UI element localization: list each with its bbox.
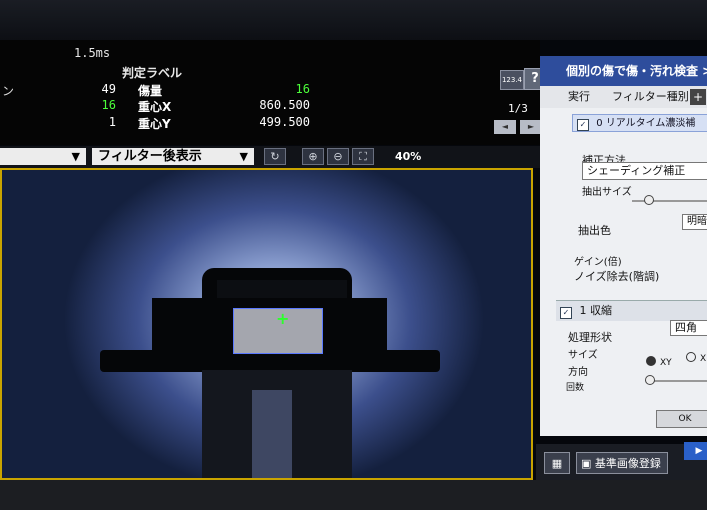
panel-title: 個別の傷で傷・汚れ検査 > 個 bbox=[540, 56, 707, 86]
shaft-highlight bbox=[252, 390, 292, 478]
row-label: 傷量 bbox=[138, 84, 163, 98]
count-slider[interactable] bbox=[648, 380, 707, 382]
checkbox-icon[interactable]: ✓ bbox=[560, 307, 572, 319]
radio-icon[interactable] bbox=[686, 352, 696, 362]
part-collar bbox=[217, 280, 347, 300]
row-count: 49 bbox=[101, 82, 116, 96]
row-value: 16 bbox=[295, 82, 310, 96]
tab-filter-type[interactable]: フィルター種別 bbox=[612, 86, 689, 108]
tab-run[interactable]: 実行 bbox=[568, 86, 590, 108]
row-value: 499.500 bbox=[259, 115, 310, 129]
result-row: 1 重心Y 499.500 bbox=[0, 115, 540, 133]
checkbox-icon[interactable]: ✓ bbox=[577, 119, 589, 131]
bottom-bar: ▦ ▣ 基準画像登録 bbox=[536, 444, 707, 480]
processing-time: 1.5ms bbox=[74, 46, 111, 60]
results-panel: 1.5ms 判定ラベル ン 49 傷量 16 16 重心X 860.500 1 … bbox=[0, 40, 540, 145]
zoom-level: 40% bbox=[395, 150, 422, 163]
fit-screen-icon[interactable]: ⛶ bbox=[352, 148, 374, 165]
row-label: 重心Y bbox=[138, 117, 171, 131]
extract-size-label: 抽出サイズ bbox=[582, 187, 632, 198]
option-label: XY bbox=[660, 358, 672, 368]
judge-label-header: 判定ラベル bbox=[122, 66, 183, 80]
slider-knob[interactable] bbox=[644, 195, 654, 205]
filter-section-shrink[interactable]: ✓ 1 収縮 bbox=[556, 300, 707, 321]
chevron-down-icon: ▼ bbox=[239, 150, 248, 163]
direction-label: 方向 bbox=[568, 367, 588, 378]
zoom-out-icon[interactable]: ⊖ bbox=[327, 148, 349, 165]
shape-label: 処理形状 bbox=[568, 331, 612, 344]
grid-view-button[interactable]: ▦ bbox=[544, 452, 570, 474]
row-label: 重心X bbox=[138, 100, 172, 114]
monitor-bezel bbox=[0, 0, 707, 40]
row-count: 1 bbox=[108, 115, 116, 129]
add-filter-button[interactable]: + bbox=[690, 89, 706, 105]
direction-x-option[interactable]: X bbox=[686, 352, 706, 364]
register-label: 基準画像登録 bbox=[594, 457, 661, 470]
image-toolbar: ▼ フィルター後表示 ▼ ↻ ⊕ ⊖ ⛶ 40% bbox=[0, 146, 540, 168]
prev-page-button[interactable]: ◄ bbox=[494, 120, 516, 134]
direction-xy-option[interactable]: XY bbox=[646, 356, 672, 368]
row-mark: ン bbox=[2, 84, 15, 98]
radio-selected-icon[interactable] bbox=[646, 356, 656, 366]
row-value: 860.500 bbox=[259, 98, 310, 112]
crosshair-icon: + bbox=[276, 309, 290, 328]
zoom-in-icon[interactable]: ⊕ bbox=[302, 148, 324, 165]
extract-color-select[interactable]: 明暗 bbox=[682, 214, 707, 230]
count-label: 回数 bbox=[566, 383, 585, 393]
register-reference-button[interactable]: ▣ 基準画像登録 bbox=[576, 452, 668, 474]
monitor-screen: 1.5ms 判定ラベル ン 49 傷量 16 16 重心X 860.500 1 … bbox=[0, 0, 707, 510]
ok-button[interactable]: OK bbox=[656, 410, 707, 428]
shape-select[interactable]: 四角 bbox=[670, 320, 707, 336]
row-count: 16 bbox=[101, 98, 116, 112]
gain-label: ゲイン(倍) bbox=[574, 257, 622, 268]
extract-color-label: 抽出色 bbox=[578, 224, 611, 237]
panel-tabs: 実行 フィルター種別 + bbox=[540, 86, 707, 108]
numeric-display-button[interactable]: 123.4 bbox=[500, 70, 524, 90]
filter-section-label: 1 収縮 bbox=[579, 304, 613, 317]
settings-panel: 個別の傷で傷・汚れ検査 > 個 実行 フィルター種別 + ✓ 0 リアルタイム濃… bbox=[540, 56, 707, 436]
chevron-down-icon: ▼ bbox=[71, 150, 80, 163]
filter-section-realtime[interactable]: ✓ 0 リアルタイム濃淡補 bbox=[572, 114, 707, 132]
next-page-button[interactable]: ► bbox=[520, 120, 542, 134]
noise-removal-label: ノイズ除去(階調) bbox=[574, 270, 660, 283]
camera-image-view[interactable]: + bbox=[0, 168, 533, 480]
filter-section-label: 0 リアルタイム濃淡補 bbox=[596, 118, 696, 129]
slider-knob[interactable] bbox=[645, 375, 655, 385]
refresh-icon[interactable]: ↻ bbox=[264, 148, 286, 165]
view-mode-value: フィルター後表示 bbox=[98, 149, 202, 164]
size-label: サイズ bbox=[568, 350, 598, 361]
view-mode-dropdown[interactable]: フィルター後表示 ▼ bbox=[92, 148, 254, 165]
result-row: 16 重心X 860.500 bbox=[0, 98, 540, 116]
image-select-dropdown[interactable]: ▼ bbox=[0, 148, 86, 165]
page-indicator: 1/3 bbox=[508, 102, 528, 115]
correction-method-select[interactable]: シェーディング補正 bbox=[582, 162, 707, 180]
camera-icon: ▣ bbox=[581, 457, 595, 470]
option-label: X bbox=[700, 354, 707, 364]
play-button[interactable]: ▶ bbox=[684, 442, 707, 460]
monitor-frame-bottom bbox=[0, 480, 707, 510]
